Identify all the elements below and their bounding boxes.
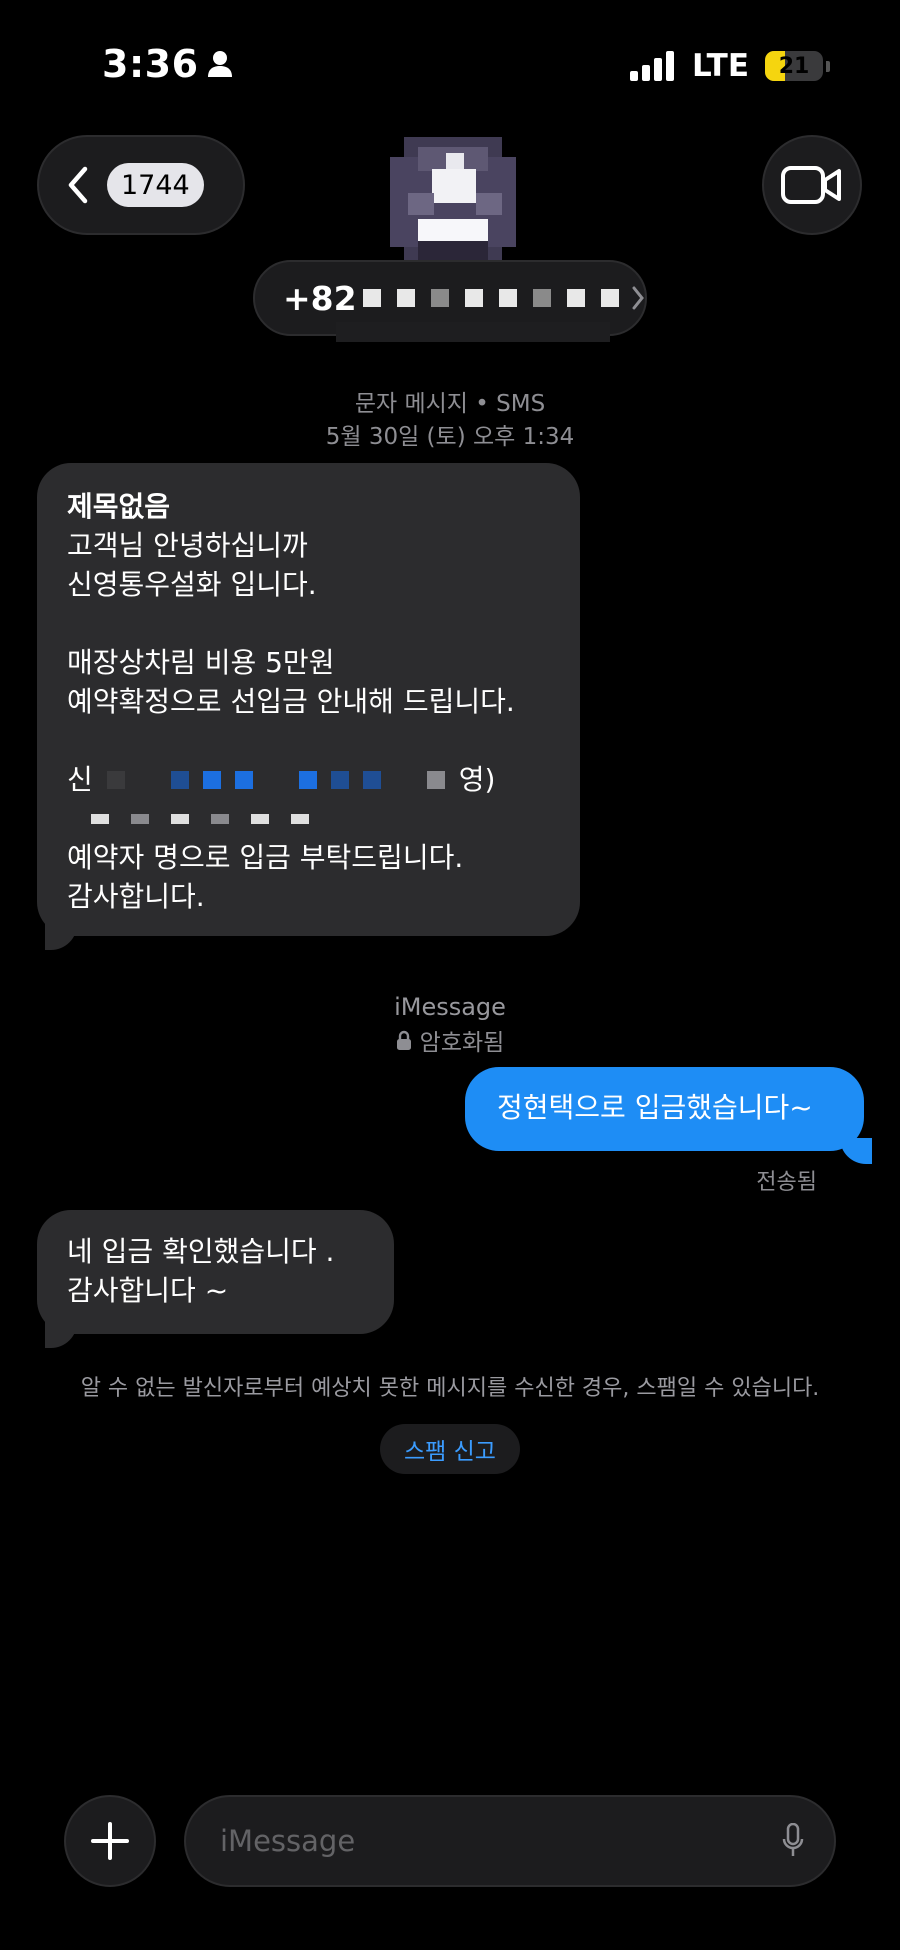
status-time: 3:36	[102, 42, 233, 86]
contact-avatar[interactable]	[390, 137, 516, 275]
redacted-account-line: 신 영)	[67, 760, 550, 799]
facetime-video-button[interactable]	[762, 135, 862, 235]
encrypted-label: 암호화됨	[419, 1030, 505, 1056]
contact-number: +82	[283, 278, 357, 318]
redaction-block	[566, 289, 585, 307]
delivery-status: 전송됨	[756, 1170, 817, 1195]
redaction-bar	[336, 322, 610, 342]
redaction-block	[330, 770, 349, 789]
redacted-line	[67, 799, 550, 838]
network-type: LTE	[692, 48, 749, 84]
redaction-block	[234, 770, 253, 789]
encrypted-notice: 암호화됨	[0, 1023, 900, 1057]
redacted-number	[362, 289, 619, 307]
incoming-message-bubble[interactable]: 제목없음 고객님 안녕하십니까 신영통우설화 입니다. 매장상차림 비용 5만원…	[37, 463, 580, 936]
avatar-pixelated-image	[390, 137, 516, 265]
chevron-right-icon	[632, 286, 644, 310]
account-text-start: 신	[67, 763, 93, 796]
redaction-block	[298, 770, 317, 789]
message-line: 감사합니다 ~	[67, 1274, 229, 1307]
outgoing-message-bubble[interactable]: 정현택으로 입금했습니다~	[465, 1067, 864, 1151]
lock-icon	[396, 1030, 411, 1050]
message-line: 신영통우설화 입니다.	[67, 568, 317, 601]
message-input-container[interactable]	[184, 1795, 836, 1887]
redaction-block	[362, 289, 381, 307]
message-line: 감사합니다.	[67, 880, 205, 913]
redaction-block	[600, 289, 619, 307]
redaction-block	[202, 770, 221, 789]
redaction-block	[266, 770, 285, 789]
message-line: 고객님 안녕하십니까	[67, 529, 308, 562]
unread-count-badge: 1744	[107, 163, 204, 207]
message-subject: 제목없음	[67, 490, 171, 523]
redaction-block	[251, 813, 269, 824]
plus-icon	[91, 1822, 129, 1860]
imessage-label: iMessage	[394, 993, 506, 1021]
message-line: 예약자 명으로 입금 부탁드립니다.	[67, 841, 464, 874]
redaction-block	[106, 770, 125, 789]
bubble-tail	[840, 1138, 872, 1164]
report-spam-button[interactable]: 스팸 신고	[380, 1424, 520, 1474]
redaction-block	[396, 289, 415, 307]
message-text: 정현택으로 입금했습니다~	[497, 1091, 813, 1124]
message-line: 네 입금 확인했습니다 .	[67, 1235, 335, 1268]
redaction-block	[430, 289, 449, 307]
redaction-block	[211, 813, 229, 824]
bubble-tail	[45, 1322, 77, 1348]
video-camera-icon	[781, 166, 841, 204]
redaction-block	[464, 289, 483, 307]
redaction-block	[498, 289, 517, 307]
microphone-icon[interactable]	[782, 1823, 804, 1859]
bubble-tail	[45, 924, 77, 950]
redaction-block	[532, 289, 551, 307]
apps-plus-button[interactable]	[64, 1795, 156, 1887]
redaction-block	[138, 770, 157, 789]
redaction-block	[426, 770, 445, 789]
redaction-block	[171, 813, 189, 824]
incoming-message-bubble[interactable]: 네 입금 확인했습니다 . 감사합니다 ~	[37, 1210, 394, 1334]
message-line: 매장상차림 비용 5만원	[67, 646, 335, 679]
battery-level: 21	[778, 53, 810, 79]
redaction-block	[91, 813, 109, 824]
battery-tip	[826, 60, 830, 72]
message-input[interactable]	[220, 1824, 740, 1858]
chevron-left-icon	[68, 166, 88, 204]
back-button[interactable]: 1744	[37, 135, 245, 235]
message-line: 예약확정으로 선입금 안내해 드립니다.	[67, 685, 515, 718]
status-indicators: LTE 21	[630, 48, 830, 84]
redaction-block	[170, 770, 189, 789]
redaction-block	[394, 770, 413, 789]
account-text-end: 영)	[458, 763, 496, 796]
spam-notice: 알 수 없는 발신자로부터 예상치 못한 메시지를 수신한 경우, 스팸일 수 …	[80, 1376, 820, 1401]
signal-icon	[630, 51, 675, 81]
status-time-text: 3:36	[102, 42, 199, 86]
person-icon	[207, 51, 232, 77]
battery-icon: 21	[765, 51, 823, 81]
redaction-block	[291, 813, 309, 824]
redaction-block	[362, 770, 381, 789]
redaction-block	[131, 813, 149, 824]
thread-timestamp: 5월 30일 (토) 오후 1:34	[325, 424, 575, 450]
thread-service-label: 문자 메시지 • SMS	[354, 391, 546, 417]
